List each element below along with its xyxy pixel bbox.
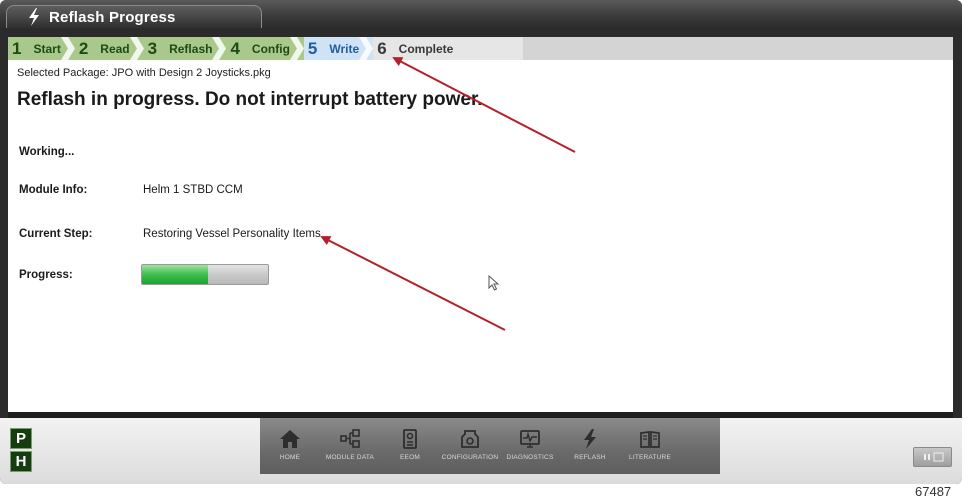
chevron-right-icon bbox=[212, 37, 227, 60]
step-number: 6 bbox=[377, 38, 387, 58]
current-step-value: Restoring Vessel Personality Items bbox=[143, 228, 321, 240]
step-label: Complete bbox=[398, 41, 454, 56]
step-label: Reflash bbox=[169, 41, 213, 56]
module-data-icon bbox=[340, 429, 360, 448]
nav-label: HOME bbox=[279, 454, 301, 461]
title-bar: Reflash Progress bbox=[0, 0, 962, 30]
nav-label: DIAGNOSTICS bbox=[506, 454, 554, 461]
lightning-bolt-icon bbox=[29, 8, 39, 26]
reflash-icon bbox=[584, 429, 596, 449]
pause-icon bbox=[923, 452, 943, 462]
h-button[interactable]: H bbox=[10, 451, 32, 472]
home-icon bbox=[280, 430, 300, 448]
step-progress-bar: 1 Start 2 Read 3 Reflash 4 Config 5 Writ… bbox=[8, 37, 953, 60]
nav-eeom-button[interactable]: EEOM bbox=[380, 418, 440, 474]
pause-button[interactable] bbox=[913, 447, 952, 467]
nav-label: MODULE DATA bbox=[325, 454, 375, 461]
progress-label: Progress: bbox=[19, 269, 73, 281]
chevron-right-icon bbox=[129, 37, 144, 60]
page-headline: Reflash in progress. Do not interrupt ba… bbox=[17, 89, 483, 110]
main-content: 1 Start 2 Read 3 Reflash 4 Config 5 Writ… bbox=[8, 37, 953, 412]
window-title: Reflash Progress bbox=[49, 8, 176, 26]
selected-package: Selected Package: JPO with Design 2 Joys… bbox=[17, 67, 271, 79]
step-number: 3 bbox=[147, 38, 158, 58]
module-info-value: Helm 1 STBD CCM bbox=[143, 184, 243, 196]
module-info-label: Module Info: bbox=[19, 184, 88, 196]
current-step-label: Current Step: bbox=[19, 228, 93, 240]
step-label: Write bbox=[329, 41, 360, 56]
step-complete: 6 Complete bbox=[373, 37, 524, 60]
configuration-icon bbox=[461, 430, 479, 448]
eeom-icon bbox=[403, 429, 417, 449]
literature-icon bbox=[640, 431, 660, 448]
step-number: 4 bbox=[230, 38, 240, 58]
bottom-toolbar: P H HOME MODULE DATA EEOM CONFIGURATION … bbox=[0, 418, 962, 484]
figure-number: 67487 bbox=[915, 484, 952, 499]
nav-module-data-button[interactable]: MODULE DATA bbox=[320, 418, 380, 474]
progress-fill bbox=[142, 265, 208, 284]
step-read: 2 Read bbox=[74, 37, 144, 60]
chevron-right-icon bbox=[289, 37, 304, 60]
title-tab: Reflash Progress bbox=[6, 5, 262, 28]
nav-home-button[interactable]: HOME bbox=[260, 418, 320, 474]
progress-bar bbox=[141, 264, 269, 285]
step-label: Read bbox=[100, 41, 130, 56]
step-config: 4 Config bbox=[226, 37, 304, 60]
diagnostics-icon bbox=[520, 430, 540, 448]
chevron-right-icon bbox=[359, 37, 374, 60]
app-window: Reflash Progress 1 Start 2 Read 3 Reflas… bbox=[0, 0, 962, 484]
nav-label: REFLASH bbox=[574, 454, 606, 461]
chevron-right-icon bbox=[60, 37, 75, 60]
step-label: Start bbox=[33, 41, 61, 56]
step-number: 5 bbox=[307, 38, 318, 58]
nav-label: EEOM bbox=[400, 454, 420, 461]
working-status: Working... bbox=[19, 146, 75, 158]
nav-diagnostics-button[interactable]: DIAGNOSTICS bbox=[500, 418, 560, 474]
step-number: 1 bbox=[12, 38, 22, 58]
step-label: Config bbox=[251, 41, 290, 56]
nav-label: LITERATURE bbox=[629, 454, 671, 461]
nav-label: CONFIGURATION bbox=[441, 454, 499, 461]
nav-toolbar: HOME MODULE DATA EEOM CONFIGURATION DIAG… bbox=[260, 418, 720, 474]
step-reflash: 3 Reflash bbox=[143, 37, 227, 60]
nav-configuration-button[interactable]: CONFIGURATION bbox=[440, 418, 500, 474]
nav-literature-button[interactable]: LITERATURE bbox=[620, 418, 680, 474]
mouse-cursor-icon bbox=[488, 275, 500, 291]
step-start: 1 Start bbox=[8, 37, 75, 60]
step-write: 5 Write bbox=[303, 37, 374, 60]
p-button[interactable]: P bbox=[10, 428, 32, 449]
step-number: 2 bbox=[78, 38, 89, 58]
nav-reflash-button[interactable]: REFLASH bbox=[560, 418, 620, 474]
